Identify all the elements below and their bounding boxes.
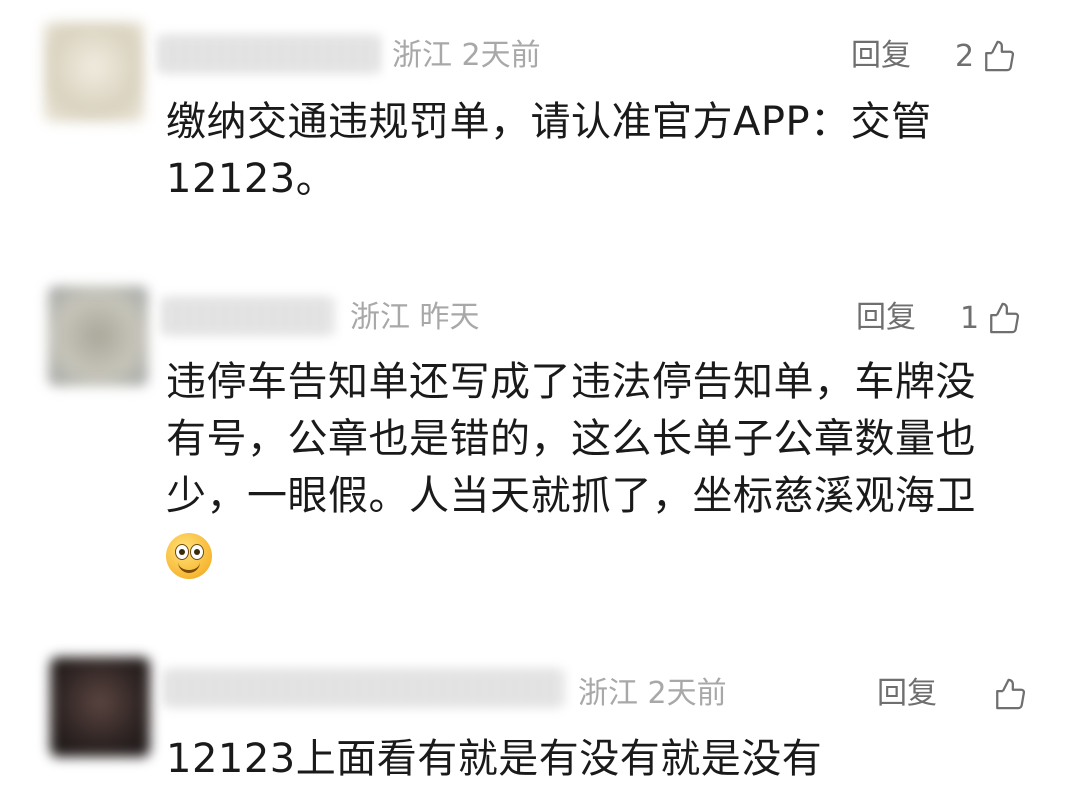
reply-button[interactable]: 回复: [851, 36, 911, 76]
smile-emoji-icon: [166, 533, 212, 579]
comment-text: 违停车告知单还写成了违法停告知单，车牌没有号，公章也是错的，这么长单子公章数量也…: [166, 354, 1016, 582]
reply-button[interactable]: 回复: [877, 674, 937, 714]
comment-location: 浙江: [350, 300, 410, 335]
like-count: 2: [955, 38, 975, 74]
comment-meta: 浙江 昨天: [350, 298, 480, 338]
avatar[interactable]: [44, 22, 144, 122]
like-count: 1: [960, 300, 980, 336]
comment-time: 昨天: [419, 300, 480, 335]
avatar[interactable]: [50, 657, 150, 757]
username-blurred[interactable]: [158, 34, 380, 74]
username-blurred[interactable]: [164, 668, 564, 708]
thumbs-up-icon: [987, 301, 1021, 335]
comment-time: 2天前: [461, 38, 541, 73]
comment-text-body: 违停车告知单还写成了违法停告知单，车牌没有号，公章也是错的，这么长单子公章数量也…: [166, 359, 976, 519]
like-button[interactable]: [985, 674, 1027, 714]
comment-location: 浙江: [392, 38, 452, 73]
comment-meta: 浙江 2天前: [578, 674, 727, 714]
like-button[interactable]: 2: [955, 36, 1016, 76]
comment-text: 缴纳交通违规罚单，请认准官方APP：交管12123。: [166, 99, 932, 202]
thumbs-up-icon: [982, 39, 1016, 73]
reply-button[interactable]: 回复: [856, 298, 916, 338]
comment-time: 2天前: [647, 676, 727, 711]
comment-text: 12123上面看有就是有没有就是没有: [166, 736, 823, 782]
like-button[interactable]: 1: [960, 298, 1021, 338]
comment-location: 浙江: [578, 676, 638, 711]
comment-meta: 浙江 2天前: [392, 36, 541, 76]
avatar[interactable]: [48, 286, 148, 386]
username-blurred[interactable]: [162, 296, 334, 336]
thumbs-up-icon: [993, 677, 1027, 711]
